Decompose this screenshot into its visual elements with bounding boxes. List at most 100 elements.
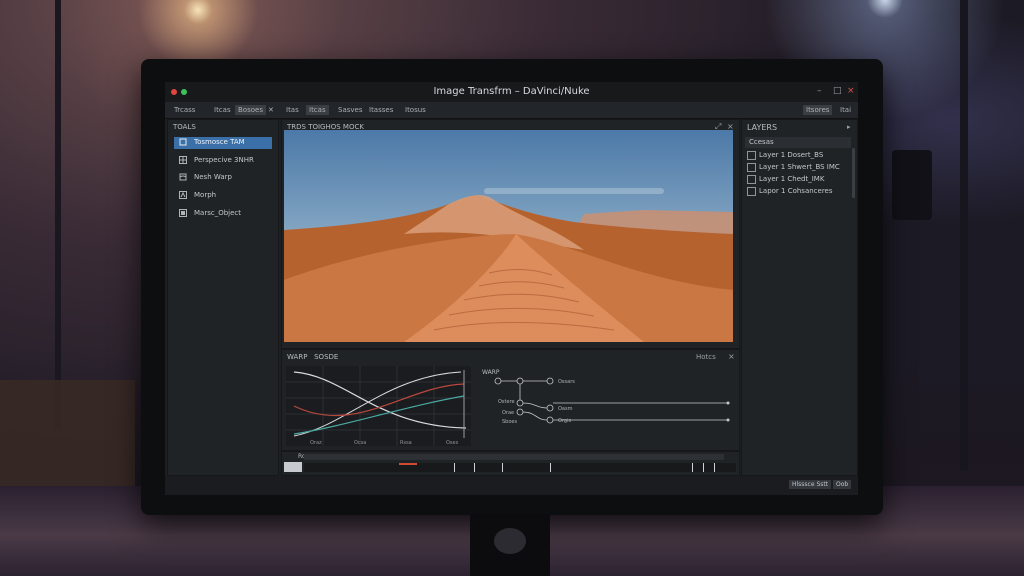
layers-subheader: Ccesas — [745, 137, 851, 148]
curves-header-b: SOSDE — [314, 353, 339, 361]
timeline-marker — [399, 463, 417, 465]
curve-graph[interactable]: Oraz Ocsa Rssa Oses — [286, 366, 471, 446]
layer-icon — [747, 163, 756, 172]
x-tick-label: Oses — [446, 440, 459, 446]
layers-panel-title: LAYERS — [747, 123, 778, 132]
layer-label: Layer 1 Shwert_BS IMC — [759, 163, 840, 171]
menu-item[interactable]: Itai — [837, 105, 854, 115]
morph-icon — [179, 191, 187, 199]
window-title: Image Transfrm – DaVinci/Nuke — [433, 86, 590, 97]
node — [516, 399, 524, 407]
status-bar: Hlsssce Sstt Oob — [165, 476, 858, 495]
menu-item[interactable]: Bosoes — [235, 105, 266, 115]
menu-close-icon[interactable]: ✕ — [265, 105, 277, 115]
node-label: Orgis — [558, 418, 571, 424]
desert-dunes — [284, 195, 733, 342]
layer-label: Layer 1 Chedt_IMK — [759, 175, 825, 183]
status-button[interactable]: Oob — [833, 480, 852, 489]
tool-label: Morph — [194, 191, 217, 199]
x-tick-label: Ocsa — [354, 440, 366, 446]
tool-perspective[interactable]: Perspecive 3NHR — [174, 155, 272, 167]
tools-panel-title: TOALS — [173, 123, 196, 131]
tool-object[interactable]: Marsc_Object — [174, 208, 272, 220]
mesh-warp-icon — [179, 173, 187, 181]
layer-icon — [747, 175, 756, 184]
node — [546, 416, 554, 424]
node-label: Ostere — [498, 399, 515, 405]
node — [516, 377, 524, 385]
keyframe-marker[interactable] — [454, 463, 455, 472]
maximize-button[interactable]: □ — [833, 86, 842, 96]
close-icon[interactable]: × — [728, 352, 735, 361]
keyframe-marker[interactable] — [502, 463, 503, 472]
menu-item[interactable]: Itosus — [402, 105, 429, 115]
node-label: Oasm — [558, 406, 573, 412]
tool-morph[interactable]: Morph — [174, 190, 272, 202]
timeline-thumbnail[interactable] — [284, 462, 302, 472]
node-controls[interactable]: Hotcs — [696, 353, 716, 361]
tool-mesh-warp[interactable]: Nesh Warp — [174, 172, 272, 184]
timeline-scrollbar[interactable] — [304, 454, 724, 460]
tool-label: Nesh Warp — [194, 173, 232, 181]
node-label: Sboes — [502, 419, 517, 425]
layer-icon — [747, 187, 756, 196]
layer-label: Lapor 1 Cohsanceres — [759, 187, 833, 195]
menu-bar: Trcass Itcas Bosoes ✕ Itas Itcas Sasves … — [165, 102, 858, 119]
layers-scrollbar[interactable] — [852, 148, 855, 198]
menu-item[interactable]: Itsores — [803, 105, 833, 115]
keyframe-marker[interactable] — [703, 463, 704, 472]
curves-panel-title: WARP SOSDE — [287, 353, 338, 361]
node — [494, 377, 502, 385]
curves-panel: WARP SOSDE Hotcs × Oraz Ocsa Rssa Oses W — [281, 349, 740, 451]
node — [516, 408, 524, 416]
layer-row[interactable]: Layer 1 Chedt_IMK — [745, 174, 851, 185]
keyframe-marker[interactable] — [692, 463, 693, 472]
layer-row[interactable]: Layer 1 Dosert_BS — [745, 150, 851, 161]
tool-label: Marsc_Object — [194, 209, 242, 217]
minimize-button[interactable]: – — [817, 86, 822, 96]
perspective-icon — [179, 156, 187, 164]
cable-hole — [494, 528, 526, 554]
tool-label: Tosmosce TAM — [194, 138, 245, 146]
layers-panel: LAYERS ▸ Ccesas Layer 1 Dosert_BS Layer … — [741, 119, 858, 476]
status-button[interactable]: Hlsssce Sstt — [789, 480, 832, 489]
tools-panel: TOALS Tosmosce TAM Perspecive 3NHR Nesh … — [167, 119, 279, 476]
menu-item[interactable]: Sasves — [335, 105, 365, 115]
node — [546, 404, 554, 412]
timeline-panel: Ro — [281, 451, 740, 476]
nodes-title: WARP — [482, 369, 500, 376]
menu-item[interactable]: Itasses — [366, 105, 396, 115]
node — [546, 377, 554, 385]
camera-silhouette — [892, 150, 932, 220]
node-graph[interactable]: WARP Ossars Ostere Oasm Orae Sboes Orgis — [478, 366, 733, 446]
node-label: Ossars — [558, 379, 575, 385]
tool-transform[interactable]: Tosmosce TAM — [174, 137, 272, 149]
curves-header-a: WARP — [287, 353, 308, 361]
keyframe-marker[interactable] — [550, 463, 551, 472]
menu-item[interactable]: Itcas — [306, 105, 329, 115]
layers-subheader-label: Ccesas — [749, 138, 774, 146]
light-stand-left — [55, 0, 61, 430]
transform-icon — [179, 138, 187, 146]
light-stand-right — [960, 0, 968, 470]
tool-label: Perspecive 3NHR — [194, 156, 254, 164]
layer-icon — [747, 151, 756, 160]
viewer-canvas[interactable] — [284, 130, 733, 342]
menu-item[interactable]: Itcas — [211, 105, 234, 115]
menu-item[interactable]: Trcass — [171, 105, 198, 115]
title-bar: Image Transfrm – DaVinci/Nuke – □ × — [165, 82, 858, 102]
node-endpoint — [726, 401, 730, 405]
layer-row[interactable]: Layer 1 Shwert_BS IMC — [745, 162, 851, 173]
node-label: Orae — [502, 410, 514, 416]
object-icon — [179, 209, 187, 217]
x-tick-label: Oraz — [310, 440, 322, 446]
layer-label: Layer 1 Dosert_BS — [759, 151, 824, 159]
collapse-icon[interactable]: ▸ — [847, 123, 851, 131]
layer-row[interactable]: Lapor 1 Cohsanceres — [745, 186, 851, 197]
menu-item[interactable]: Itas — [283, 105, 302, 115]
timeline-track[interactable] — [304, 463, 736, 472]
keyframe-marker[interactable] — [474, 463, 475, 472]
close-button[interactable]: × — [847, 86, 855, 96]
monitor-stand — [470, 514, 550, 576]
keyframe-marker[interactable] — [714, 463, 715, 472]
